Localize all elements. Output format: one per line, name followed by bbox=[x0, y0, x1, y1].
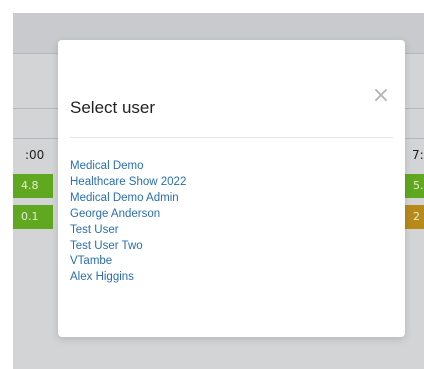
close-icon[interactable]: × bbox=[371, 85, 391, 107]
user-option[interactable]: Medical Demo bbox=[70, 159, 186, 175]
user-option[interactable]: Alex Higgins bbox=[70, 270, 186, 286]
user-option[interactable]: George Anderson bbox=[70, 207, 186, 223]
value-cell: 4.8 bbox=[13, 174, 53, 198]
user-option[interactable]: Healthcare Show 2022 bbox=[70, 175, 186, 191]
value-cell: 5. bbox=[405, 174, 424, 198]
dialog-divider bbox=[70, 137, 393, 138]
dialog-title: Select user bbox=[70, 98, 156, 117]
user-option[interactable]: VTambe bbox=[70, 254, 186, 270]
select-user-dialog: Select user × Medical Demo Healthcare Sh… bbox=[58, 40, 405, 337]
user-list: Medical Demo Healthcare Show 2022 Medica… bbox=[70, 159, 186, 286]
value-cell: 0.1 bbox=[13, 205, 53, 229]
time-label-right: 7:0 bbox=[412, 148, 424, 162]
value-cell: 2 bbox=[405, 205, 424, 229]
user-option[interactable]: Test User bbox=[70, 223, 186, 239]
user-option[interactable]: Medical Demo Admin bbox=[70, 191, 186, 207]
time-label-left: :00 bbox=[25, 148, 45, 162]
user-option[interactable]: Test User Two bbox=[70, 239, 186, 255]
